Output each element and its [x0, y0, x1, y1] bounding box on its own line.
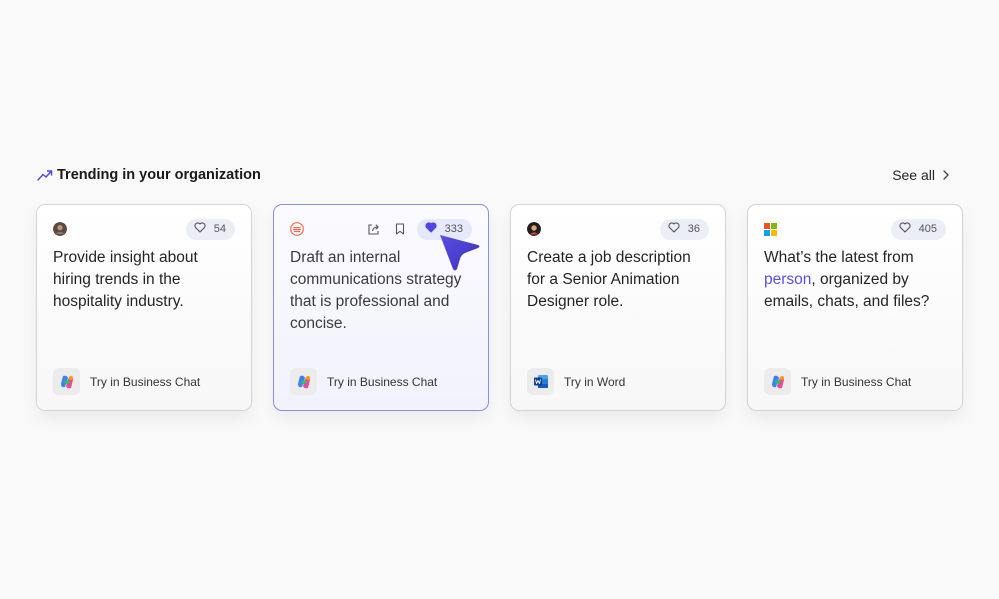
person-mention[interactable]: person [764, 271, 811, 288]
word-icon [527, 368, 554, 395]
heart-outline-icon [194, 222, 206, 236]
prompt-text: Provide insight about hiring trends in t… [53, 249, 198, 310]
prompt-text-start: What’s the latest from [764, 249, 914, 266]
try-action-label: Try in Business Chat [90, 374, 201, 389]
copilot-icon [290, 368, 317, 395]
heart-outline-icon [668, 222, 680, 236]
prompt-text: Draft an internal communications strateg… [290, 249, 462, 332]
try-action[interactable]: Try in Business Chat [53, 368, 200, 395]
prompt-cards: 54 Provide insight about hiring trends i… [36, 204, 963, 411]
prompt-card-active[interactable]: 333 Draft an internal communications str… [273, 204, 489, 411]
try-action-label: Try in Business Chat [801, 374, 912, 389]
card-header: 36 [527, 218, 709, 240]
section-title-group: Trending in your organization [37, 167, 261, 183]
try-action[interactable]: Try in Business Chat [764, 368, 911, 395]
prompt-card[interactable]: 36 Create a job description for a Senior… [510, 204, 726, 411]
try-action-label: Try in Business Chat [327, 374, 438, 389]
try-action[interactable]: Try in Word [527, 368, 625, 395]
copilot-icon [764, 368, 791, 395]
section-title: Trending in your organization [57, 167, 261, 183]
see-all-link[interactable]: See all [892, 167, 949, 183]
prompt-card[interactable]: 405 What’s the latest from person, organ… [747, 204, 963, 411]
prompt-text: Create a job description for a Senior An… [527, 249, 691, 310]
heart-outline-icon [899, 222, 911, 236]
card-header: 54 [53, 218, 235, 240]
trending-icon [37, 168, 53, 182]
like-count: 54 [213, 223, 226, 235]
section-header: Trending in your organization See all [37, 163, 949, 187]
prompt-text: What’s the latest from person, organized… [764, 247, 948, 313]
prompt-card[interactable]: 54 Provide insight about hiring trends i… [36, 204, 252, 411]
person-avatar-icon [53, 222, 67, 236]
microsoft-logo-icon [764, 222, 777, 236]
like-count: 36 [687, 223, 700, 235]
like-count: 333 [444, 223, 463, 235]
chevron-right-icon [943, 170, 949, 180]
person-avatar-icon [527, 222, 541, 236]
org-logo-icon [290, 222, 304, 236]
card-header: 405 [764, 218, 946, 240]
heart-filled-icon [425, 222, 437, 236]
like-button[interactable]: 405 [890, 218, 946, 240]
copilot-icon [53, 368, 80, 395]
like-button[interactable]: 333 [416, 218, 472, 240]
like-button[interactable]: 54 [185, 218, 235, 240]
try-action-label: Try in Word [564, 374, 626, 389]
share-icon[interactable] [365, 220, 383, 238]
try-action[interactable]: Try in Business Chat [290, 368, 437, 395]
card-actions: 333 [365, 218, 472, 240]
see-all-label: See all [892, 167, 935, 183]
bookmark-icon[interactable] [391, 220, 409, 238]
like-button[interactable]: 36 [659, 218, 709, 240]
card-header: 333 [290, 218, 472, 240]
like-count: 405 [918, 223, 937, 235]
